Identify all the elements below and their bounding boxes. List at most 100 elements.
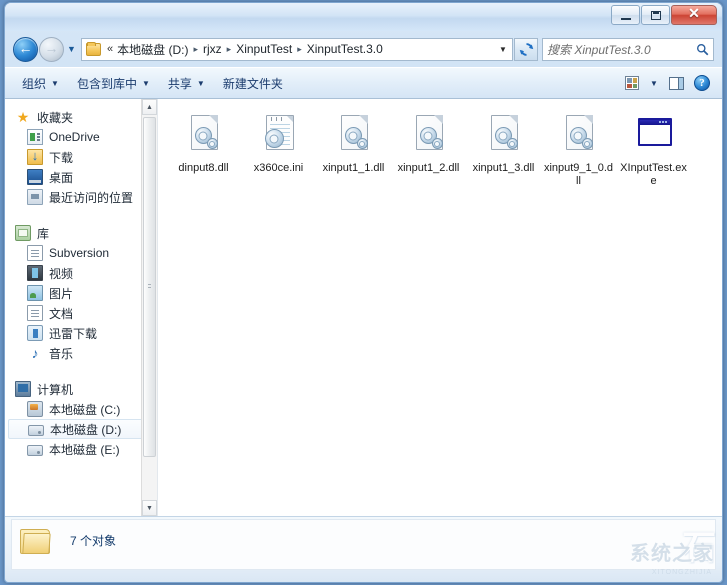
file-item[interactable]: dinput8.dll bbox=[166, 109, 241, 194]
sidebar-label: 音乐 bbox=[49, 345, 73, 362]
drive-icon bbox=[28, 425, 44, 436]
sidebar-item-drive-e[interactable]: 本地磁盘 (E:) bbox=[5, 439, 157, 459]
maximize-button[interactable] bbox=[641, 5, 670, 25]
minimize-icon bbox=[621, 18, 631, 20]
breadcrumb-overflow-icon[interactable]: « bbox=[105, 43, 115, 55]
star-icon: ★ bbox=[15, 109, 31, 125]
navigation-pane-scrollbar[interactable]: ▲ ▼ bbox=[141, 99, 157, 516]
sidebar-item-pictures[interactable]: 图片 bbox=[5, 283, 157, 303]
executable-icon bbox=[632, 113, 676, 159]
sidebar-item-documents[interactable]: 文档 bbox=[5, 303, 157, 323]
sidebar-header-favorites[interactable]: ★ 收藏夹 bbox=[5, 107, 157, 127]
sidebar-label: 下载 bbox=[49, 149, 73, 166]
file-item[interactable]: xinput1_2.dll bbox=[391, 109, 466, 194]
toolbar: 组织 ▼ 包含到库中 ▼ 共享 ▼ 新建文件夹 ▼ bbox=[5, 67, 722, 99]
toolbar-include-in-library-button[interactable]: 包含到库中 ▼ bbox=[68, 71, 159, 96]
help-button[interactable]: ? bbox=[690, 72, 714, 94]
change-view-button[interactable] bbox=[620, 72, 644, 94]
search-box[interactable]: 搜索 XinputTest.3.0 bbox=[542, 38, 714, 61]
sidebar-label: 收藏夹 bbox=[37, 109, 73, 126]
sidebar-item-subversion[interactable]: Subversion bbox=[5, 243, 157, 263]
toolbar-organize-label: 组织 bbox=[22, 75, 46, 92]
picture-icon bbox=[27, 285, 43, 301]
dll-file-icon bbox=[332, 113, 376, 159]
sidebar-label: 文档 bbox=[49, 305, 73, 322]
file-label: xinput1_1.dll bbox=[323, 162, 385, 175]
sidebar-item-recent-places[interactable]: 最近访问的位置 bbox=[5, 187, 157, 207]
refresh-button[interactable] bbox=[514, 38, 538, 61]
window-controls: ✕ bbox=[611, 5, 718, 25]
thunder-download-icon bbox=[27, 325, 43, 341]
dll-file-icon bbox=[182, 113, 226, 159]
minimize-button[interactable] bbox=[611, 5, 640, 25]
sidebar-item-music[interactable]: ♪ 音乐 bbox=[5, 343, 157, 363]
file-label: dinput8.dll bbox=[178, 162, 228, 175]
status-item-count: 7 个对象 bbox=[70, 526, 116, 549]
sidebar-label: 图片 bbox=[49, 285, 73, 302]
file-item[interactable]: XInputTest.exe bbox=[616, 109, 691, 194]
sidebar-item-thunder-download[interactable]: 迅雷下载 bbox=[5, 323, 157, 343]
breadcrumb-separator-icon: ▸ bbox=[190, 44, 201, 55]
file-label: x360ce.ini bbox=[254, 162, 304, 175]
file-list-pane[interactable]: dinput8.dll x360ce.ini xinput1_1. bbox=[158, 99, 722, 516]
file-label: xinput1_3.dll bbox=[473, 162, 535, 175]
file-label: xinput1_2.dll bbox=[398, 162, 460, 175]
breadcrumb-item-rjxz[interactable]: rjxz bbox=[201, 41, 224, 57]
breadcrumb-item-xinputtest[interactable]: XinputTest bbox=[234, 41, 294, 57]
scroll-up-button[interactable]: ▲ bbox=[142, 99, 157, 115]
toolbar-include-label: 包含到库中 bbox=[77, 75, 137, 92]
watermark-subtext: XITONGZHIJIA bbox=[652, 569, 712, 576]
sidebar-label: 最近访问的位置 bbox=[49, 189, 133, 206]
drive-system-icon bbox=[27, 401, 43, 417]
onedrive-icon bbox=[27, 129, 43, 145]
title-bar: ✕ bbox=[5, 3, 722, 31]
sidebar-item-desktop[interactable]: 桌面 bbox=[5, 167, 157, 187]
forward-button[interactable]: → bbox=[39, 37, 64, 62]
sidebar-item-drive-d[interactable]: 本地磁盘 (D:) bbox=[8, 419, 154, 439]
status-bar: 7 个对象 石 系统之家 XITONGZHIJIA bbox=[5, 516, 722, 582]
sidebar-label: 计算机 bbox=[37, 381, 73, 398]
breadcrumb-item-xinputtest30[interactable]: XinputTest.3.0 bbox=[305, 41, 385, 57]
toolbar-share-button[interactable]: 共享 ▼ bbox=[159, 71, 214, 96]
breadcrumb-separator-icon: ▸ bbox=[224, 44, 235, 55]
sidebar-item-onedrive[interactable]: OneDrive bbox=[5, 127, 157, 147]
nav-group-libraries: 库 Subversion 视频 图片 bbox=[5, 223, 157, 363]
sidebar-label: 桌面 bbox=[49, 169, 73, 186]
change-view-dropdown[interactable]: ▼ bbox=[646, 72, 662, 94]
close-button[interactable]: ✕ bbox=[671, 5, 717, 25]
scrollbar-thumb[interactable] bbox=[143, 117, 156, 457]
file-item[interactable]: xinput1_1.dll bbox=[316, 109, 391, 194]
document-icon bbox=[27, 305, 43, 321]
sidebar-label: 本地磁盘 (D:) bbox=[50, 421, 121, 438]
file-item[interactable]: xinput9_1_0.dll bbox=[541, 109, 616, 194]
toolbar-new-folder-label: 新建文件夹 bbox=[223, 75, 283, 92]
search-input[interactable]: 搜索 XinputTest.3.0 bbox=[547, 41, 696, 58]
downloads-icon bbox=[27, 149, 43, 165]
file-label: xinput9_1_0.dll bbox=[543, 162, 614, 188]
preview-pane-button[interactable] bbox=[664, 72, 688, 94]
sidebar-item-videos[interactable]: 视频 bbox=[5, 263, 157, 283]
scroll-down-button[interactable]: ▼ bbox=[142, 500, 157, 516]
sidebar-item-drive-c[interactable]: 本地磁盘 (C:) bbox=[5, 399, 157, 419]
chevron-down-icon: ▼ bbox=[51, 79, 59, 88]
back-button[interactable]: ← bbox=[13, 37, 38, 62]
file-item[interactable]: xinput1_3.dll bbox=[466, 109, 541, 194]
toolbar-new-folder-button[interactable]: 新建文件夹 bbox=[214, 71, 292, 96]
dll-file-icon bbox=[557, 113, 601, 159]
library-icon bbox=[15, 225, 31, 241]
sidebar-header-computer[interactable]: 计算机 bbox=[5, 379, 157, 399]
navigation-pane: ★ 收藏夹 OneDrive 下载 桌面 bbox=[5, 99, 158, 516]
sidebar-header-libraries[interactable]: 库 bbox=[5, 223, 157, 243]
refresh-icon bbox=[519, 42, 534, 57]
maximize-icon bbox=[651, 11, 661, 20]
breadcrumb-dropdown-icon[interactable]: ▼ bbox=[494, 45, 512, 54]
breadcrumb-item-drive[interactable]: 本地磁盘 (D:) bbox=[115, 40, 190, 59]
recent-pages-button[interactable]: ▼ bbox=[64, 44, 79, 54]
breadcrumb[interactable]: « 本地磁盘 (D:) ▸ rjxz ▸ XinputTest ▸ Xinput… bbox=[81, 38, 513, 61]
chevron-down-icon: ▼ bbox=[142, 79, 150, 88]
toolbar-organize-button[interactable]: 组织 ▼ bbox=[13, 71, 68, 96]
sidebar-item-downloads[interactable]: 下载 bbox=[5, 147, 157, 167]
window-body: ★ 收藏夹 OneDrive 下载 桌面 bbox=[5, 99, 722, 516]
file-item[interactable]: x360ce.ini bbox=[241, 109, 316, 194]
sidebar-label: 库 bbox=[37, 225, 49, 242]
